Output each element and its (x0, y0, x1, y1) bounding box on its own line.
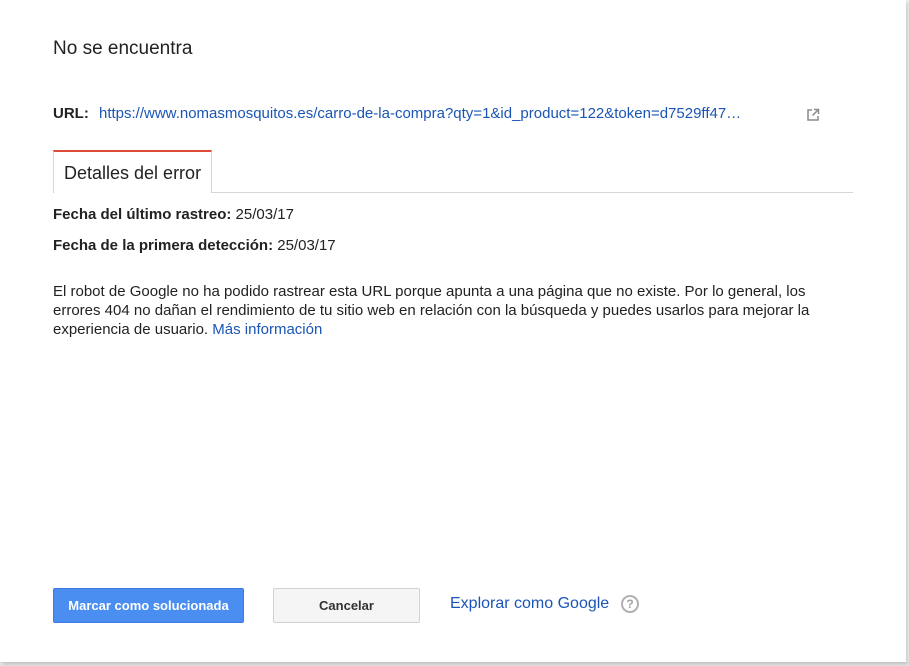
cancel-button[interactable]: Cancelar (273, 588, 420, 623)
url-row: URL: https://www.nomasmosquitos.es/carro… (53, 105, 741, 122)
last-crawl-row: Fecha del último rastreo: 25/03/17 (53, 206, 294, 223)
help-icon[interactable]: ? (621, 595, 639, 613)
description-text: El robot de Google no ha podido rastrear… (53, 283, 810, 338)
url-label: URL: (53, 105, 89, 122)
first-detected-row: Fecha de la primera detección: 25/03/17 (53, 237, 336, 254)
first-detected-label: Fecha de la primera detección: (53, 237, 274, 254)
url-link[interactable]: https://www.nomasmosquitos.es/carro-de-l… (99, 105, 741, 122)
last-crawl-value: 25/03/17 (235, 206, 294, 223)
dialog-title: No se encuentra (53, 38, 193, 59)
tab-bar: Detalles del error (53, 150, 853, 193)
last-crawl-label: Fecha del último rastreo: (53, 206, 232, 223)
external-link-icon[interactable] (806, 108, 820, 122)
fetch-as-google-link[interactable]: Explorar como Google (450, 595, 609, 613)
error-description: El robot de Google no ha podido rastrear… (53, 282, 853, 339)
mark-fixed-button[interactable]: Marcar como solucionada (53, 588, 244, 623)
more-info-link[interactable]: Más información (212, 321, 322, 338)
first-detected-value: 25/03/17 (277, 237, 336, 254)
error-details-dialog: No se encuentra URL: https://www.nomasmo… (0, 0, 906, 662)
tab-error-details[interactable]: Detalles del error (53, 150, 213, 193)
background-strip (0, 662, 909, 666)
